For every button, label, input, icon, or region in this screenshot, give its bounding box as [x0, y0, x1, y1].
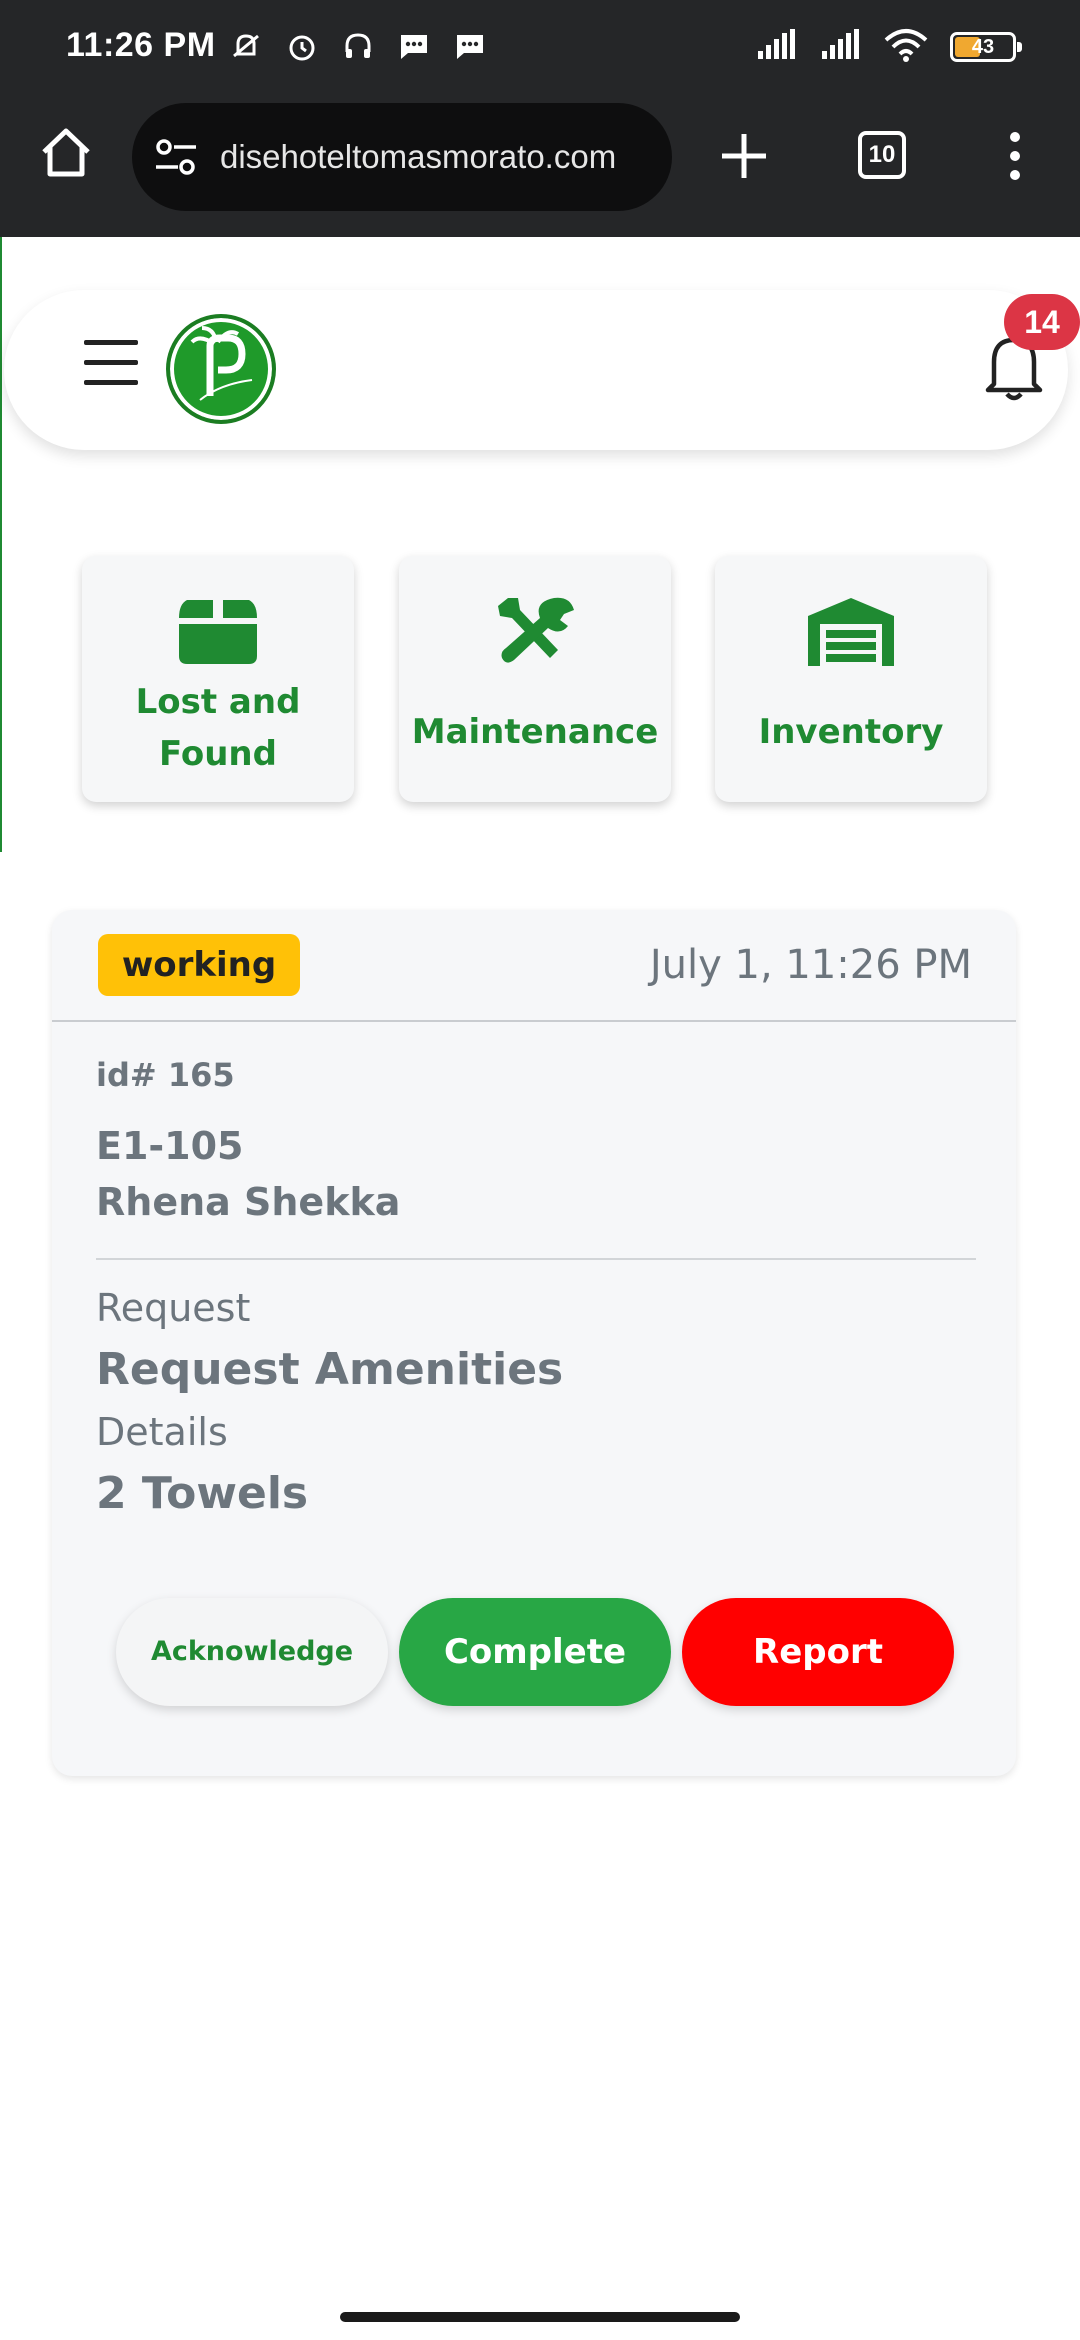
maintenance-tile[interactable]: Maintenance [399, 556, 671, 802]
status-time: 11:26 PM [66, 26, 216, 64]
message-icon [396, 28, 432, 64]
inventory-tile[interactable]: Inventory [715, 556, 987, 802]
address-bar[interactable]: disehoteltomasmorato.com [132, 103, 672, 211]
wifi-icon [884, 28, 928, 66]
divider [52, 1020, 1016, 1022]
tile-label: Maintenance [411, 712, 659, 752]
acknowledge-button[interactable]: Acknowledge [116, 1598, 388, 1706]
lost-and-found-tile[interactable]: Lost and Found [82, 556, 354, 802]
alarm-icon [284, 28, 320, 64]
system-icons: 43 [756, 28, 1022, 66]
home-icon[interactable] [36, 122, 96, 182]
details-label: Details [96, 1410, 228, 1454]
message-icon [452, 28, 488, 64]
headset-icon [340, 28, 376, 64]
warehouse-icon [806, 594, 896, 670]
battery-icon: 43 [950, 32, 1022, 62]
signal-icon [820, 29, 862, 65]
notification-icons [228, 28, 488, 64]
battery-level: 43 [971, 36, 995, 58]
url-text[interactable]: disehoteltomasmorato.com [220, 103, 616, 211]
site-settings-icon[interactable] [154, 137, 198, 177]
tile-label: Inventory [758, 712, 944, 752]
tile-label: Lost and Found [135, 682, 301, 774]
menu-icon[interactable] [84, 340, 138, 390]
ticket-card: working July 1, 11:26 PM id# 165 E1-105 … [52, 910, 1016, 1776]
status-bar: 11:26 PM 43 [0, 0, 1080, 100]
guest-name: Rhena Shekka [96, 1180, 401, 1224]
tools-icon [490, 594, 580, 670]
new-tab-icon[interactable] [716, 128, 772, 184]
divider [96, 1258, 976, 1260]
muted-bell-icon [228, 28, 264, 64]
box-icon [173, 594, 263, 670]
hotel-logo[interactable] [166, 314, 276, 424]
request-value: Request Amenities [96, 1344, 564, 1395]
home-indicator[interactable] [340, 2312, 740, 2322]
more-options-icon[interactable] [1000, 130, 1030, 182]
sidebar-edge [0, 237, 2, 852]
room-number: E1-105 [96, 1124, 244, 1168]
ticket-id: id# 165 [96, 1056, 235, 1094]
notification-count-badge: 14 [1004, 294, 1080, 350]
request-label: Request [96, 1286, 251, 1330]
app-header [4, 290, 1068, 450]
complete-button[interactable]: Complete [399, 1598, 671, 1706]
ticket-date: July 1, 11:26 PM [649, 942, 972, 988]
details-value: 2 Towels [96, 1468, 309, 1519]
tab-switcher-button[interactable]: 10 [858, 131, 906, 179]
status-badge: working [98, 934, 300, 996]
signal-icon [756, 29, 798, 65]
report-button[interactable]: Report [682, 1598, 954, 1706]
